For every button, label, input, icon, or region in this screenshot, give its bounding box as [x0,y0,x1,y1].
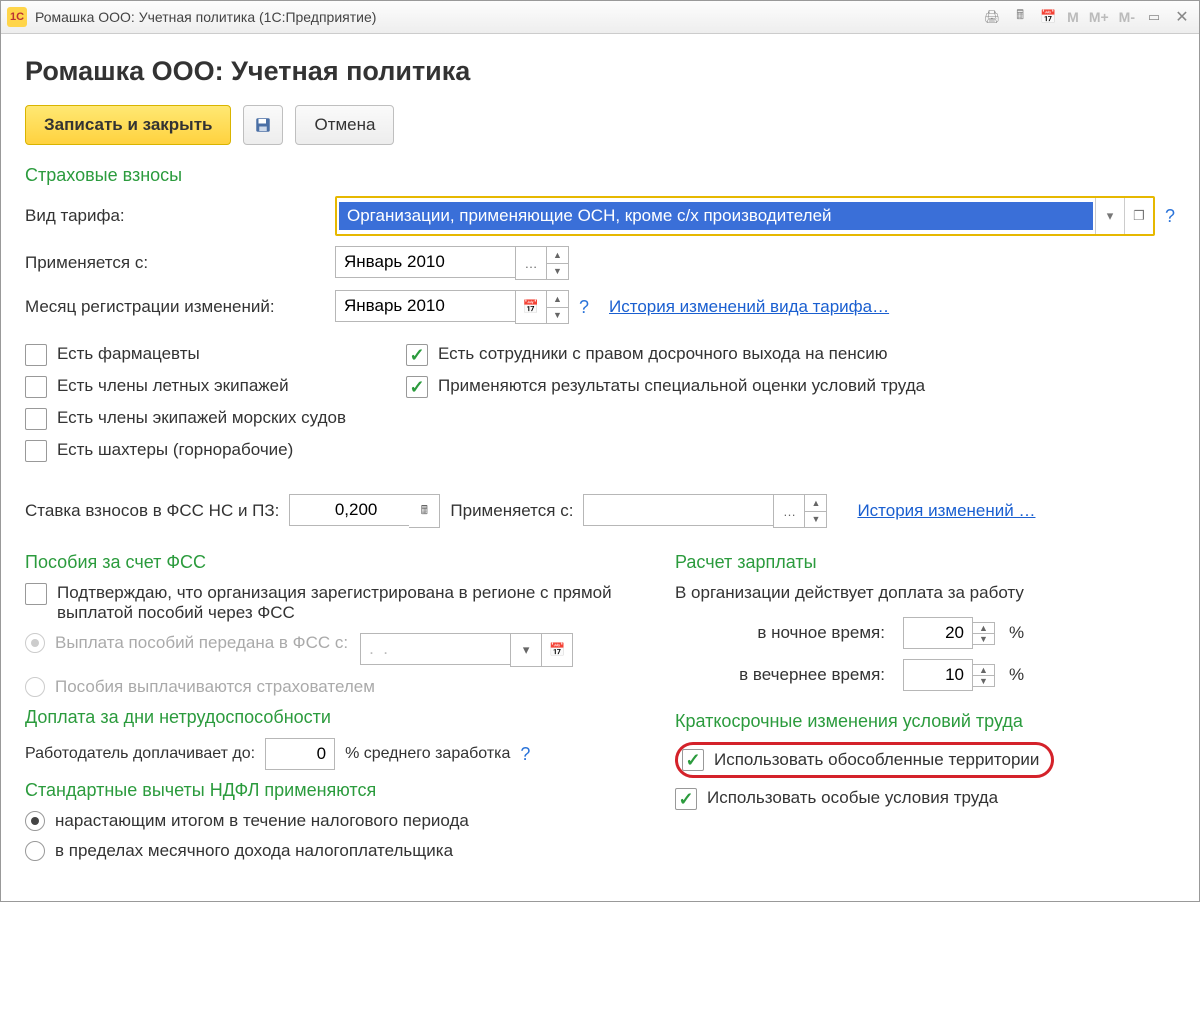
reg-month-label: Месяц регистрации изменений: [25,297,335,317]
cb-special-conditions[interactable] [675,788,697,810]
reg-month-input[interactable] [335,290,515,322]
radio-benefits-insurer [25,677,45,697]
app-window: 1C Ромашка ООО: Учетная политика (1С:Пре… [0,0,1200,902]
spin-down-icon[interactable]: ▼ [547,263,569,281]
close-icon[interactable]: ✕ [1171,6,1193,28]
radio-ndfl-cumulative[interactable] [25,811,45,831]
page-title: Ромашка ООО: Учетная политика [25,56,1175,87]
section-ndfl: Стандартные вычеты НДФЛ применяются [25,780,645,801]
fss-apply-label: Применяется с: [450,501,573,521]
toolbar: Записать и закрыть Отмена [25,105,1175,145]
cancel-button[interactable]: Отмена [295,105,394,145]
evening-input[interactable] [903,659,973,691]
cb-early-pension[interactable] [406,344,428,366]
cb-label: Есть сотрудники с правом досрочного выхо… [438,344,888,364]
calendar-icon: 📅 [542,633,573,667]
reg-month-help-icon[interactable]: ? [579,297,589,318]
benefits-date-input [360,633,510,665]
reg-month-calendar-icon[interactable]: 📅 [515,290,547,324]
spin-up-icon[interactable]: ▲ [805,494,827,511]
radio-label: в пределах месячного дохода налогоплател… [55,841,453,861]
cb-label: Есть члены экипажей морских судов [57,408,346,428]
cb-miners[interactable] [25,440,47,462]
cb-special-assessment[interactable] [406,376,428,398]
spin-up-icon[interactable]: ▲ [973,664,995,675]
pct-label: % [1009,623,1024,643]
cb-territories[interactable] [682,749,704,771]
memory-mminus-icon[interactable]: M- [1117,9,1137,25]
spin-down-icon[interactable]: ▼ [973,675,995,687]
radio-label: нарастающим итогом в течение налогового … [55,811,469,831]
save-button[interactable] [243,105,283,145]
save-close-button[interactable]: Записать и закрыть [25,105,231,145]
cb-flight-crew[interactable] [25,376,47,398]
apply-from-field[interactable]: … ▲▼ [335,246,569,280]
sick-pay-suffix: % среднего заработка [345,745,510,763]
fss-apply-ellipsis-icon[interactable]: … [773,494,805,528]
memory-m-icon[interactable]: M [1065,9,1081,25]
radio-benefits-fss [25,633,45,653]
night-label: в ночное время: [675,623,903,643]
calc-icon[interactable]: 🖩 [409,494,440,528]
night-input[interactable] [903,617,973,649]
minimize-icon[interactable]: ▭ [1143,6,1165,28]
print-icon[interactable]: 🖨 [981,6,1003,28]
apply-from-label: Применяется с: [25,253,335,273]
apply-from-ellipsis-icon[interactable]: … [515,246,547,280]
section-shortterm: Краткосрочные изменения условий труда [675,711,1175,732]
fss-history-link[interactable]: История изменений … [857,501,1035,521]
fss-rate-label: Ставка взносов в ФСС НС и ПЗ: [25,501,279,521]
highlight-territories: Использовать обособленные территории [675,742,1054,778]
cb-sea-crew[interactable] [25,408,47,430]
sick-pay-label: Работодатель доплачивает до: [25,745,255,763]
spin-down-icon[interactable]: ▼ [973,633,995,645]
memory-mplus-icon[interactable]: M+ [1087,9,1111,25]
evening-label: в вечернее время: [675,665,903,685]
sick-pay-help-icon[interactable]: ? [520,744,530,765]
cb-pharmacists[interactable] [25,344,47,366]
tariff-dropdown-icon[interactable]: ▾ [1095,198,1124,234]
calculator-icon[interactable]: 🖩 [1009,6,1031,28]
tariff-select[interactable]: Организации, применяющие ОСН, кроме с/х … [335,196,1155,236]
section-sick-pay: Доплата за дни нетрудоспособности [25,707,645,728]
fss-apply-input[interactable] [583,494,773,526]
tariff-history-link[interactable]: История изменений вида тарифа… [609,297,889,317]
radio-ndfl-monthly[interactable] [25,841,45,861]
cb-label: Использовать особые условия труда [707,788,998,808]
fss-rate-input[interactable] [289,494,409,526]
tariff-open-icon[interactable]: ❐ [1124,198,1153,234]
cb-confirm-region[interactable] [25,583,47,605]
spin-up-icon[interactable]: ▲ [547,246,569,263]
tariff-value: Организации, применяющие ОСН, кроме с/х … [339,202,1093,230]
cb-label: Использовать обособленные территории [714,750,1039,770]
spin-up-icon[interactable]: ▲ [973,622,995,633]
chevron-down-icon: ▾ [510,633,542,667]
section-insurance: Страховые взносы [25,165,1175,186]
tariff-label: Вид тарифа: [25,206,335,226]
cb-label: Есть члены летных экипажей [57,376,289,396]
section-salary: Расчет зарплаты [675,552,1175,573]
cb-label: Есть шахтеры (горнорабочие) [57,440,293,460]
titlebar: 1C Ромашка ООО: Учетная политика (1С:Пре… [1,1,1199,34]
sick-pay-input[interactable] [265,738,335,770]
calendar-icon[interactable]: 📅 [1037,6,1059,28]
reg-month-field[interactable]: 📅 ▲▼ [335,290,569,324]
spin-up-icon[interactable]: ▲ [547,290,569,307]
app-logo-icon: 1C [7,7,27,27]
cb-label: Применяются результаты специальной оценк… [438,376,925,396]
floppy-icon [254,116,272,134]
spin-down-icon[interactable]: ▼ [805,511,827,529]
window-title: Ромашка ООО: Учетная политика (1С:Предпр… [35,9,376,25]
radio-label: Выплата пособий передана в ФСС с: [55,633,348,653]
apply-from-input[interactable] [335,246,515,278]
pct-label: % [1009,665,1024,685]
section-fss-benefits: Пособия за счет ФСС [25,552,645,573]
spin-down-icon[interactable]: ▼ [547,307,569,325]
cb-label: Подтверждаю, что организация зарегистрир… [57,583,617,623]
tariff-help-icon[interactable]: ? [1165,206,1175,227]
cb-label: Есть фармацевты [57,344,200,364]
radio-label: Пособия выплачиваются страхователем [55,677,375,697]
salary-intro: В организации действует доплата за работ… [675,583,1175,603]
